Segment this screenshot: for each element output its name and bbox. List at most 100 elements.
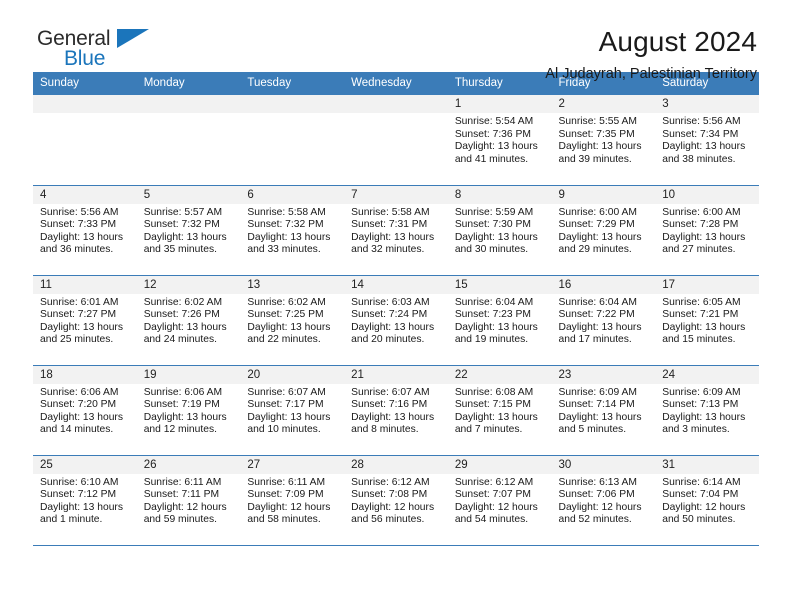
calendar-day-cell[interactable]: 18 Sunrise: 6:06 AM Sunset: 7:20 PM Dayligh… xyxy=(33,365,137,456)
calendar-day-cell[interactable]: 23 Sunrise: 6:09 AM Sunset: 7:14 PM Dayligh… xyxy=(551,365,656,456)
calendar-day-cell[interactable]: 13 Sunrise: 6:02 AM Sunset: 7:25 PM Dayligh… xyxy=(240,275,345,366)
calendar-day-cell[interactable]: 10 Sunrise: 6:00 AM Sunset: 7:28 PM Dayligh… xyxy=(655,185,759,276)
day-details: Sunrise: 6:14 AM Sunset: 7:04 PM Daylight:… xyxy=(655,474,759,527)
day-details: Sunrise: 6:06 AM Sunset: 7:20 PM Daylight:… xyxy=(33,384,137,437)
day-cell-inner: 8 Sunrise: 5:59 AM Sunset: 7:30 PM Daylight… xyxy=(447,185,552,275)
day-number: 2 xyxy=(551,95,656,113)
daylight-text-line2: and 52 minutes. xyxy=(558,514,632,526)
sunset-text: Sunset: 7:26 PM xyxy=(143,309,220,321)
sunset-text: Sunset: 7:15 PM xyxy=(454,399,531,411)
calendar-day-cell[interactable]: 24 Sunrise: 6:09 AM Sunset: 7:13 PM Dayligh… xyxy=(655,365,759,456)
calendar-day-cell[interactable]: 9 Sunrise: 6:00 AM Sunset: 7:29 PM Daylight… xyxy=(551,185,656,276)
sunrise-text: Sunrise: 6:13 AM xyxy=(558,476,637,488)
day-number: 17 xyxy=(655,275,759,294)
calendar-day-cell[interactable]: 11 Sunrise: 6:01 AM Sunset: 7:27 PM Dayligh… xyxy=(33,275,137,366)
sunset-text: Sunset: 7:25 PM xyxy=(247,309,324,321)
calendar-day-cell[interactable]: 4 Sunrise: 5:56 AM Sunset: 7:33 PM Daylight… xyxy=(33,185,137,276)
sunset-text: Sunset: 7:35 PM xyxy=(558,128,635,140)
day-number: 22 xyxy=(447,365,552,384)
calendar-day-cell[interactable]: 7 Sunrise: 5:58 AM Sunset: 7:31 PM Daylight… xyxy=(344,185,448,276)
daylight-text-line1: Daylight: 13 hours xyxy=(247,411,331,423)
calendar-day-cell[interactable]: 21 Sunrise: 6:07 AM Sunset: 7:16 PM Dayligh… xyxy=(344,365,448,456)
day-details: Sunrise: 6:01 AM Sunset: 7:27 PM Daylight:… xyxy=(33,294,137,347)
day-cell-inner: 6 Sunrise: 5:58 AM Sunset: 7:32 PM Daylight… xyxy=(240,185,345,275)
day-details: Sunrise: 6:00 AM Sunset: 7:28 PM Daylight:… xyxy=(655,204,759,257)
calendar-day-cell[interactable]: 15 Sunrise: 6:04 AM Sunset: 7:23 PM Dayligh… xyxy=(447,275,552,366)
daylight-text-line1: Daylight: 13 hours xyxy=(454,231,538,243)
sunrise-text: Sunrise: 6:00 AM xyxy=(662,206,741,218)
sunrise-text: Sunrise: 5:59 AM xyxy=(454,206,534,218)
day-details: Sunrise: 6:07 AM Sunset: 7:16 PM Daylight:… xyxy=(344,384,448,437)
sunset-text: Sunset: 7:30 PM xyxy=(454,219,531,231)
day-number: 8 xyxy=(447,185,552,204)
daylight-text-line1: Daylight: 13 hours xyxy=(247,321,331,333)
day-details: Sunrise: 6:02 AM Sunset: 7:25 PM Daylight:… xyxy=(240,294,344,347)
sunset-text: Sunset: 7:34 PM xyxy=(662,128,739,140)
calendar-day-cell[interactable]: 27 Sunrise: 6:11 AM Sunset: 7:09 PM Dayligh… xyxy=(240,455,345,546)
day-number: 6 xyxy=(240,185,345,204)
calendar-day-cell[interactable]: 6 Sunrise: 5:58 AM Sunset: 7:32 PM Daylight… xyxy=(240,185,345,276)
daylight-text-line2: and 56 minutes. xyxy=(351,514,425,526)
daylight-text-line2: and 19 minutes. xyxy=(454,334,529,346)
day-number xyxy=(344,95,448,113)
sunrise-text: Sunrise: 6:11 AM xyxy=(247,476,326,488)
day-details: Sunrise: 6:00 AM Sunset: 7:29 PM Daylight:… xyxy=(552,204,656,257)
calendar-day-cell[interactable]: 25 Sunrise: 6:10 AM Sunset: 7:12 PM Dayligh… xyxy=(33,455,137,546)
sunset-text: Sunset: 7:12 PM xyxy=(40,489,117,501)
day-details: Sunrise: 5:58 AM Sunset: 7:31 PM Daylight:… xyxy=(344,204,448,257)
day-cell-inner: 15 Sunrise: 6:04 AM Sunset: 7:23 PM Dayligh… xyxy=(447,275,552,365)
day-cell-inner: 13 Sunrise: 6:02 AM Sunset: 7:25 PM Dayligh… xyxy=(240,275,345,365)
calendar-day-cell[interactable]: 22 Sunrise: 6:08 AM Sunset: 7:15 PM Dayligh… xyxy=(447,365,552,456)
sunrise-text: Sunrise: 6:04 AM xyxy=(558,296,637,308)
day-details: Sunrise: 5:56 AM Sunset: 7:34 PM Daylight:… xyxy=(655,113,759,166)
sunset-text: Sunset: 7:20 PM xyxy=(40,399,117,411)
calendar-day-cell[interactable]: 31 Sunrise: 6:14 AM Sunset: 7:04 PM Dayligh… xyxy=(655,455,759,546)
calendar-week-row: 11 Sunrise: 6:01 AM Sunset: 7:27 PM Dayligh… xyxy=(33,275,759,366)
daylight-text-line1: Daylight: 13 hours xyxy=(558,141,642,153)
day-details: Sunrise: 6:02 AM Sunset: 7:26 PM Daylight:… xyxy=(137,294,241,347)
daylight-text-line2: and 35 minutes. xyxy=(143,244,217,256)
daylight-text-line2: and 15 minutes. xyxy=(662,334,736,346)
calendar-day-cell[interactable]: 14 Sunrise: 6:03 AM Sunset: 7:24 PM Dayligh… xyxy=(344,275,448,366)
sunrise-text: Sunrise: 6:11 AM xyxy=(143,476,222,488)
sunrise-text: Sunrise: 6:07 AM xyxy=(247,386,326,398)
calendar-week-row: 25 Sunrise: 6:10 AM Sunset: 7:12 PM Dayligh… xyxy=(33,455,759,546)
sunset-text: Sunset: 7:13 PM xyxy=(662,399,739,411)
calendar-day-cell[interactable]: 19 Sunrise: 6:06 AM Sunset: 7:19 PM Dayligh… xyxy=(136,365,241,456)
calendar-day-cell[interactable]: 3 Sunrise: 5:56 AM Sunset: 7:34 PM Daylight… xyxy=(655,95,759,186)
calendar-day-cell[interactable]: 28 Sunrise: 6:12 AM Sunset: 7:08 PM Dayligh… xyxy=(344,455,448,546)
calendar-cell-empty xyxy=(33,95,137,186)
daylight-text-line1: Daylight: 13 hours xyxy=(558,321,642,333)
general-blue-logo[interactable]: General Blue xyxy=(33,26,163,78)
sunrise-text: Sunrise: 6:06 AM xyxy=(143,386,223,398)
day-number: 26 xyxy=(136,455,241,474)
page-title: August 2024 xyxy=(598,26,757,57)
calendar-day-cell[interactable]: 16 Sunrise: 6:04 AM Sunset: 7:22 PM Dayligh… xyxy=(551,275,656,366)
calendar-day-cell[interactable]: 12 Sunrise: 6:02 AM Sunset: 7:26 PM Dayligh… xyxy=(136,275,241,366)
daylight-text-line2: and 3 minutes. xyxy=(662,424,730,436)
calendar-day-cell[interactable]: 5 Sunrise: 5:57 AM Sunset: 7:32 PM Daylight… xyxy=(136,185,241,276)
calendar-day-cell[interactable]: 30 Sunrise: 6:13 AM Sunset: 7:06 PM Dayligh… xyxy=(551,455,656,546)
day-number: 7 xyxy=(344,185,448,204)
calendar-day-cell[interactable]: 29 Sunrise: 6:12 AM Sunset: 7:07 PM Dayligh… xyxy=(447,455,552,546)
daylight-text-line2: and 54 minutes. xyxy=(454,514,529,526)
daylight-text-line1: Daylight: 12 hours xyxy=(247,501,331,513)
calendar-day-cell[interactable]: 1 Sunrise: 5:54 AM Sunset: 7:36 PM Daylight… xyxy=(447,95,552,186)
page-header: General Blue August 2024 Al Judayrah, Pa… xyxy=(33,0,759,82)
calendar-day-cell[interactable]: 17 Sunrise: 6:05 AM Sunset: 7:21 PM Dayligh… xyxy=(655,275,759,366)
day-number: 23 xyxy=(551,365,656,384)
daylight-text-line2: and 1 minute. xyxy=(40,514,103,526)
sunrise-text: Sunrise: 5:56 AM xyxy=(662,116,741,127)
calendar-day-cell[interactable]: 8 Sunrise: 5:59 AM Sunset: 7:30 PM Daylight… xyxy=(447,185,552,276)
calendar-day-cell[interactable]: 2 Sunrise: 5:55 AM Sunset: 7:35 PM Daylight… xyxy=(551,95,656,186)
daylight-text-line2: and 7 minutes. xyxy=(454,424,523,436)
day-number: 5 xyxy=(136,185,241,204)
calendar-day-cell[interactable]: 26 Sunrise: 6:11 AM Sunset: 7:11 PM Dayligh… xyxy=(136,455,241,546)
calendar-day-cell[interactable]: 20 Sunrise: 6:07 AM Sunset: 7:17 PM Dayligh… xyxy=(240,365,345,456)
day-cell-inner: 17 Sunrise: 6:05 AM Sunset: 7:21 PM Dayligh… xyxy=(655,275,759,365)
day-details: Sunrise: 5:55 AM Sunset: 7:35 PM Daylight:… xyxy=(552,113,656,166)
daylight-text-line1: Daylight: 13 hours xyxy=(662,321,746,333)
sunrise-text: Sunrise: 6:08 AM xyxy=(454,386,534,398)
day-cell-inner: 19 Sunrise: 6:06 AM Sunset: 7:19 PM Dayligh… xyxy=(136,365,241,455)
weekday-header-wednesday: Wednesday xyxy=(344,72,448,95)
